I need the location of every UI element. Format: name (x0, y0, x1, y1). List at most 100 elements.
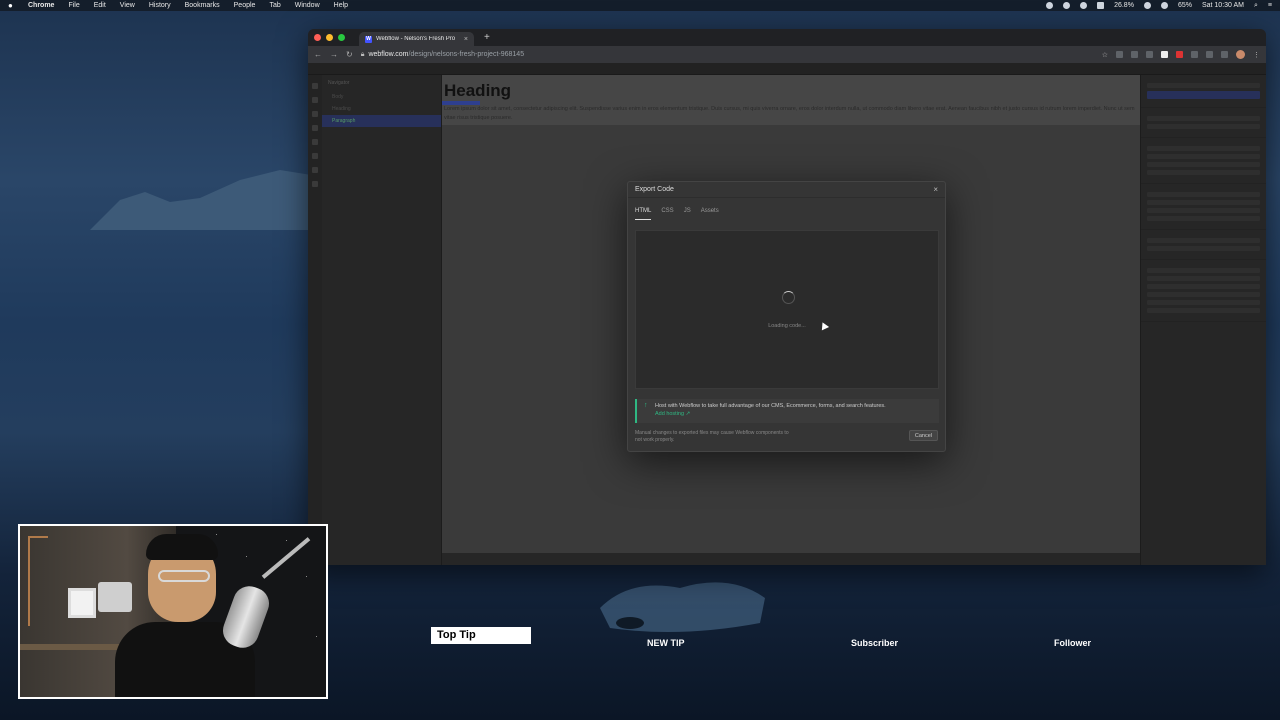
extension-icon[interactable] (1176, 51, 1183, 58)
status-icon[interactable] (1080, 2, 1088, 9)
back-icon[interactable]: ← (314, 50, 322, 59)
navigator-row-heading[interactable]: Heading (322, 103, 441, 115)
add-hosting-label: Add hosting (655, 411, 685, 417)
export-warning-note: Manual changes to exported files may cau… (635, 430, 789, 443)
breadcrumb-bar (442, 553, 1140, 565)
menu-file[interactable]: File (68, 2, 79, 9)
cpu-readout[interactable]: 26.8% (1114, 2, 1134, 9)
webcam-lamp (28, 536, 48, 626)
new-tab-icon[interactable]: + (484, 32, 490, 43)
navigator-panel: Navigator Body Heading Paragraph (322, 75, 442, 565)
navigator-icon[interactable] (312, 97, 318, 103)
loading-text: Loading code... (768, 323, 806, 329)
selector-section (1141, 75, 1266, 108)
url-host: webflow.com (368, 51, 409, 58)
reload-icon[interactable]: ↻ (346, 50, 353, 59)
desktop-mountains (90, 170, 330, 230)
new-tip-label: NEW TIP (647, 638, 685, 648)
spotlight-icon[interactable]: ⌕ (1254, 2, 1258, 10)
wifi-icon[interactable] (1160, 2, 1168, 9)
navigator-row-paragraph[interactable]: Paragraph (322, 115, 441, 127)
browser-tab[interactable]: W Webflow - Nelson's Fresh Pro × (359, 32, 474, 46)
top-tip-label: Top Tip (431, 627, 531, 644)
menu-tab[interactable]: Tab (269, 2, 280, 9)
cancel-button[interactable]: Cancel (908, 430, 938, 441)
pages-icon[interactable] (312, 125, 318, 131)
status-icon[interactable] (1063, 2, 1071, 9)
extension-icon[interactable] (1161, 51, 1168, 58)
macos-menubar: ● Chrome File Edit View History Bookmark… (0, 0, 1280, 11)
designer-top-bar (308, 63, 1266, 75)
url-field[interactable]: 🔒︎ webflow.com/design/nelsons-fresh-proj… (361, 51, 524, 59)
promo-text: Host with Webflow to take full advantage… (655, 403, 886, 409)
navigator-row-body[interactable]: Body (322, 91, 441, 103)
menu-help[interactable]: Help (334, 2, 348, 9)
loading-spinner-icon (782, 291, 795, 304)
size-section (1141, 184, 1266, 230)
extension-icon[interactable] (1206, 51, 1213, 58)
close-tab-icon[interactable]: × (464, 36, 468, 43)
export-tabs: HTML CSS JS Assets (628, 198, 945, 220)
menu-app-name[interactable]: Chrome (28, 2, 54, 9)
desktop-sea-rock (600, 582, 765, 632)
add-panel-icon[interactable] (312, 83, 318, 89)
menu-window[interactable]: Window (295, 2, 320, 9)
profile-avatar[interactable] (1236, 50, 1245, 59)
tab-js[interactable]: JS (684, 208, 691, 220)
symbols-icon[interactable] (312, 111, 318, 117)
extension-icon[interactable] (1116, 51, 1123, 58)
extension-icon[interactable] (1191, 51, 1198, 58)
zoom-window-button[interactable] (338, 34, 345, 41)
status-icon[interactable] (1046, 2, 1054, 9)
webflow-favicon-icon: W (365, 35, 372, 43)
battery-readout[interactable]: 65% (1178, 2, 1192, 9)
menubar-status-area: 26.8% 65% Sat 10:30 AM ⌕ ≡ (1046, 2, 1272, 10)
close-icon[interactable]: × (933, 185, 938, 194)
menu-list-icon[interactable]: ≡ (1268, 2, 1272, 9)
menu-people[interactable]: People (234, 2, 256, 9)
apple-icon[interactable]: ● (8, 1, 16, 10)
status-icon[interactable] (1143, 2, 1151, 9)
code-preview-area[interactable]: Loading code... (635, 230, 939, 389)
tab-title: Webflow - Nelson's Fresh Pro (376, 36, 456, 42)
cms-icon[interactable] (312, 139, 318, 145)
chrome-menu-icon[interactable]: ⋮ (1253, 51, 1260, 59)
external-link-icon: ↗ (685, 411, 691, 417)
arrow-up-icon: ↑ (644, 402, 648, 409)
layout-section (1141, 108, 1266, 138)
canvas-paragraph[interactable]: Lorem ipsum dolor sit amet, consectetur … (444, 105, 1136, 123)
webcam-glasses (158, 570, 210, 582)
extension-icon[interactable] (1131, 51, 1138, 58)
minimize-window-button[interactable] (326, 34, 333, 41)
menu-view[interactable]: View (120, 2, 135, 9)
designer-left-rail (308, 75, 322, 565)
status-icon[interactable] (1097, 2, 1105, 9)
spacing-section (1141, 138, 1266, 184)
tab-assets[interactable]: Assets (701, 208, 719, 220)
webcam-photo-frame (68, 588, 96, 618)
forward-icon[interactable]: → (330, 50, 338, 59)
address-bar: ← → ↻ 🔒︎ webflow.com/design/nelsons-fres… (308, 46, 1266, 63)
extension-icon[interactable] (1146, 51, 1153, 58)
modal-title: Export Code (635, 186, 674, 193)
ecommerce-icon[interactable] (312, 153, 318, 159)
tab-html[interactable]: HTML (635, 208, 652, 220)
bookmark-star-icon[interactable]: ☆ (1102, 51, 1108, 59)
menu-edit[interactable]: Edit (94, 2, 106, 9)
extension-icon[interactable] (1221, 51, 1228, 58)
lock-icon: 🔒︎ (360, 50, 365, 58)
tab-css[interactable]: CSS (661, 208, 673, 220)
assets-icon[interactable] (312, 167, 318, 173)
canvas-heading[interactable]: Heading (444, 81, 511, 101)
add-hosting-link[interactable]: Add hosting ↗ (655, 411, 931, 417)
close-window-button[interactable] (314, 34, 321, 41)
menu-history[interactable]: History (149, 2, 171, 9)
navigator-title: Navigator (328, 80, 350, 86)
menu-bookmarks[interactable]: Bookmarks (185, 2, 220, 9)
window-controls (314, 34, 345, 41)
tab-strip: W Webflow - Nelson's Fresh Pro × + (308, 29, 1266, 46)
subscriber-label: Subscriber (851, 638, 899, 648)
webcam-person-hair (146, 534, 218, 560)
clock[interactable]: Sat 10:30 AM (1202, 2, 1244, 9)
settings-icon[interactable] (312, 181, 318, 187)
